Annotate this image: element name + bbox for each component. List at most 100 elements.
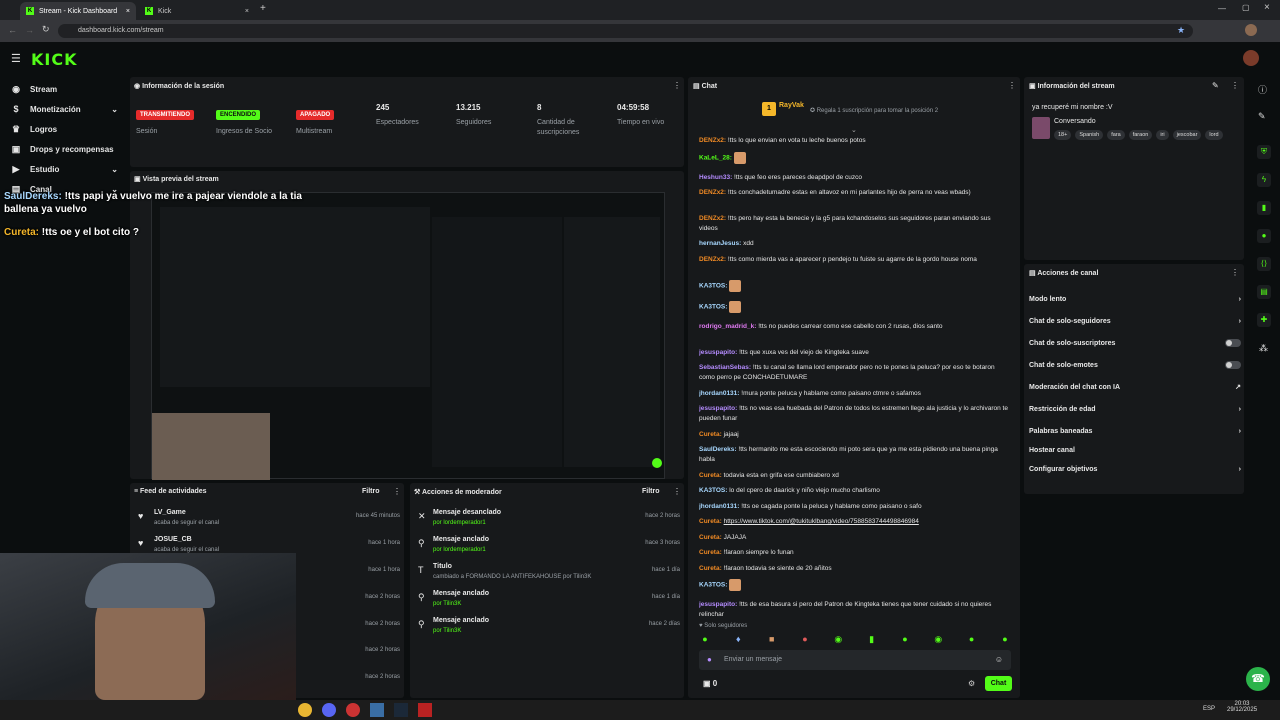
app-taskbar-icon[interactable] xyxy=(418,703,432,717)
chat-username[interactable]: Heshun33: xyxy=(699,174,732,181)
bolt-icon[interactable]: ϟ xyxy=(1257,173,1271,187)
close-window-icon[interactable]: × xyxy=(1264,2,1270,13)
chat-message[interactable]: KA3TOS: xyxy=(699,301,1011,313)
close-tab-icon[interactable]: × xyxy=(126,8,130,15)
goals-row[interactable]: Configurar objetivos › xyxy=(1029,463,1241,475)
chat-message[interactable]: jhordan0131: !mura ponte peluca y hablam… xyxy=(699,389,1011,399)
chat-username[interactable]: DENZx2: xyxy=(699,256,726,263)
sidebar-item-stream[interactable]: ◉ Stream xyxy=(10,80,122,98)
info-icon[interactable]: ⓘ xyxy=(1258,83,1267,96)
chat-username[interactable]: Cureta: xyxy=(699,472,722,479)
edit-pencil-icon[interactable]: ✎ xyxy=(1212,81,1219,90)
gift-sub-prompt[interactable]: ✪ Regala 1 suscripción para tomar la pos… xyxy=(810,107,938,114)
steam-taskbar-icon[interactable] xyxy=(394,703,408,717)
url-field[interactable]: dashboard.kick.com/stream xyxy=(58,24,1193,38)
sidebar-item-estudio[interactable]: ▶ Estudio ⌄ xyxy=(10,160,122,178)
chat-link[interactable]: https://www.tiktok.com/@tukituklbang/vid… xyxy=(724,518,919,525)
slow-mode-row[interactable]: Modo lento › xyxy=(1029,293,1241,305)
send-chat-button[interactable]: Chat xyxy=(985,676,1012,691)
chat-message[interactable]: Cureta: !faraon siempre lo funan xyxy=(699,548,1011,558)
sidebar-item-monetizacion[interactable]: $ Monetización ⌄ xyxy=(10,100,122,118)
chat-username[interactable]: Cureta: xyxy=(699,534,722,541)
chat-username[interactable]: hernanJesus: xyxy=(699,240,741,247)
chat-message[interactable]: jesuspapito: !tts de esa basura si pero … xyxy=(699,600,1011,616)
chat-input[interactable]: ● Enviar un mensaje ☺ xyxy=(699,650,1011,670)
bookmark-star-icon[interactable]: ★ xyxy=(1177,25,1185,36)
code-icon[interactable]: ⟨⟩ xyxy=(1257,257,1271,271)
wrench-icon[interactable]: ✚ xyxy=(1257,313,1271,327)
age-restriction-row[interactable]: Restricción de edad › xyxy=(1029,403,1241,415)
chat-username[interactable]: DENZx2: xyxy=(699,137,726,144)
chat-username[interactable]: KaLeL_28: xyxy=(699,154,732,161)
subscribers-only-toggle[interactable] xyxy=(1225,339,1241,347)
user-avatar[interactable] xyxy=(1243,50,1259,66)
chat-message[interactable]: KA3TOS: xyxy=(699,579,1011,591)
mic-icon[interactable]: ● xyxy=(707,655,712,664)
chat-message[interactable]: SebastianSebas: !tts tu canal se llama l… xyxy=(699,363,1011,383)
kick-emote-icon[interactable]: ● xyxy=(899,633,911,645)
kick-emote-icon[interactable]: ◉ xyxy=(832,633,844,645)
chat-username[interactable]: SaulDereks: xyxy=(699,446,737,453)
chat-message[interactable]: Cureta: todavia esta en grifa ese cumbia… xyxy=(699,471,1011,481)
chat-username[interactable]: jesuspapito: xyxy=(699,405,737,412)
chat-username[interactable]: DENZx2: xyxy=(699,189,726,196)
layout-icon[interactable]: ▤ xyxy=(1257,285,1271,299)
shield-icon[interactable]: ⛨ xyxy=(1257,145,1271,159)
edit-pencil-icon[interactable]: ✎ xyxy=(1258,111,1266,122)
kick-emote-icon[interactable]: ▮ xyxy=(866,633,878,645)
chat-message[interactable]: jesuspapito: !tts que xuxa ves del viejo… xyxy=(699,348,1011,358)
tab-kick-dashboard[interactable]: K Stream - Kick Dashboard × xyxy=(20,2,136,20)
more-options-icon[interactable]: ⋮ xyxy=(1231,81,1239,90)
more-options-icon[interactable]: ⋮ xyxy=(1008,81,1016,90)
kick-emote-icon[interactable]: ● xyxy=(799,633,811,645)
back-icon[interactable]: ← xyxy=(8,25,17,35)
category-name[interactable]: Conversando xyxy=(1054,118,1096,125)
chat-username[interactable]: KA3TOS: xyxy=(699,582,727,589)
chat-message[interactable]: SaulDereks: !tts hermanito me esta escoc… xyxy=(699,445,1011,465)
chat-username[interactable]: KA3TOS: xyxy=(699,487,727,494)
more-options-icon[interactable]: ⋮ xyxy=(673,487,681,496)
chat-messages[interactable]: DENZx2: !tts lo que envian en vota tu le… xyxy=(699,136,1013,616)
chat-username[interactable]: KA3TOS: xyxy=(699,304,727,311)
reload-icon[interactable]: ↻ xyxy=(42,24,50,35)
chat-message[interactable]: Cureta: !faraon todavia se siente de 20 … xyxy=(699,564,1011,574)
top-gifter-name[interactable]: RayVak xyxy=(779,102,804,109)
chat-username[interactable]: Cureta: xyxy=(699,565,722,572)
chat-message[interactable]: hernanJesus: xdd xyxy=(699,239,1011,249)
maximize-icon[interactable]: ▢ xyxy=(1242,3,1250,12)
kick-emote-icon[interactable]: ◉ xyxy=(932,633,944,645)
emotes-only-toggle[interactable] xyxy=(1225,361,1241,369)
chat-username[interactable]: rodrigo_madrid_k: xyxy=(699,323,756,330)
chat-username[interactable]: SebastianSebas: xyxy=(699,364,751,371)
emoji-icon[interactable]: ☺ xyxy=(995,655,1003,664)
kick-emote-icon[interactable]: ■ xyxy=(766,633,778,645)
profile-avatar[interactable] xyxy=(1245,24,1257,36)
kick-emote-icon[interactable]: ● xyxy=(966,633,978,645)
chat-message[interactable]: KaLeL_28: xyxy=(699,151,1011,164)
emotes-only-row[interactable]: Chat de solo-emotes xyxy=(1029,359,1241,371)
subscribers-only-row[interactable]: Chat de solo-suscriptores xyxy=(1029,337,1241,349)
chat-message[interactable]: DENZx2: !tts como mierda vas a aparecer … xyxy=(699,255,1011,265)
chat-message[interactable]: Heshun33: !tts que feo eres pareces deap… xyxy=(699,173,1011,183)
clock[interactable]: 20:03 29/12/2025 xyxy=(1227,701,1257,713)
points-display[interactable]: ▣ 0 xyxy=(703,679,717,688)
more-options-icon[interactable]: ⋮ xyxy=(393,487,401,496)
chat-message[interactable]: DENZx2: !tts lo que envian en vota tu le… xyxy=(699,136,1011,146)
explorer-taskbar-icon[interactable] xyxy=(370,703,384,717)
chat-message[interactable]: KA3TOS: xyxy=(699,280,1011,292)
chat-message[interactable]: Cureta: JAJAJA xyxy=(699,533,1011,543)
close-tab-icon[interactable]: × xyxy=(245,8,249,15)
discord-taskbar-icon[interactable] xyxy=(322,703,336,717)
banned-words-row[interactable]: Palabras baneadas › xyxy=(1029,425,1241,437)
chat-username[interactable]: jesuspapito: xyxy=(699,349,737,356)
kick-emote-icon[interactable]: ● xyxy=(999,633,1011,645)
chat-username[interactable]: jesuspapito: xyxy=(699,601,737,608)
sidebar-item-logros[interactable]: ♛ Logros xyxy=(10,120,122,138)
chat-username[interactable]: jhordan0131: xyxy=(699,390,739,397)
settings-gear-icon[interactable]: ⚙ xyxy=(968,679,975,688)
obs-taskbar-icon[interactable] xyxy=(346,703,360,717)
chat-message[interactable]: Cureta: https://www.tiktok.com/@tukitukl… xyxy=(699,517,1011,527)
language-indicator[interactable]: ESP xyxy=(1203,706,1215,712)
mod-filter-button[interactable]: Filtro xyxy=(642,488,660,495)
new-tab-icon[interactable]: + xyxy=(260,3,266,14)
